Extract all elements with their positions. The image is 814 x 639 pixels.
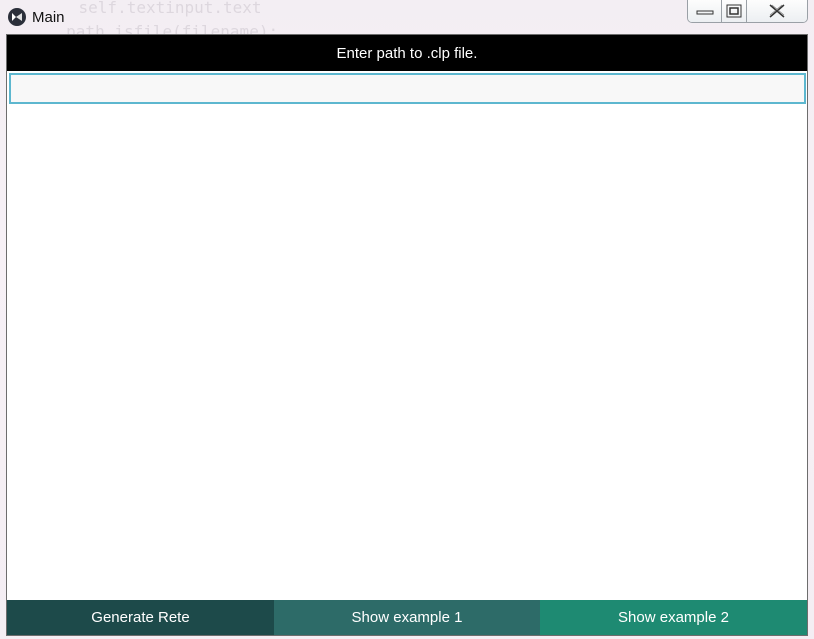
path-prompt-label: Enter path to .clp file. bbox=[7, 35, 807, 71]
window-controls bbox=[687, 0, 808, 23]
window-title: Main bbox=[32, 9, 65, 26]
close-icon bbox=[769, 4, 785, 18]
generate-rete-button[interactable]: Generate Rete bbox=[7, 600, 274, 635]
title-bar[interactable]: Main bbox=[0, 0, 814, 34]
rete-canvas bbox=[7, 105, 807, 601]
maximize-icon bbox=[726, 4, 742, 18]
minimize-button[interactable] bbox=[688, 0, 722, 22]
path-input[interactable] bbox=[9, 73, 806, 104]
app-window: Main Enter path to .clp file. Generate R… bbox=[0, 0, 814, 639]
kivy-icon bbox=[8, 8, 26, 26]
maximize-button[interactable] bbox=[722, 0, 747, 22]
close-button[interactable] bbox=[747, 0, 807, 22]
show-example-2-button[interactable]: Show example 2 bbox=[540, 600, 807, 635]
minimize-icon bbox=[696, 10, 713, 15]
button-bar: Generate Rete Show example 1 Show exampl… bbox=[7, 600, 807, 635]
client-area: Enter path to .clp file. Generate Rete S… bbox=[6, 34, 808, 636]
show-example-1-button[interactable]: Show example 1 bbox=[274, 600, 540, 635]
